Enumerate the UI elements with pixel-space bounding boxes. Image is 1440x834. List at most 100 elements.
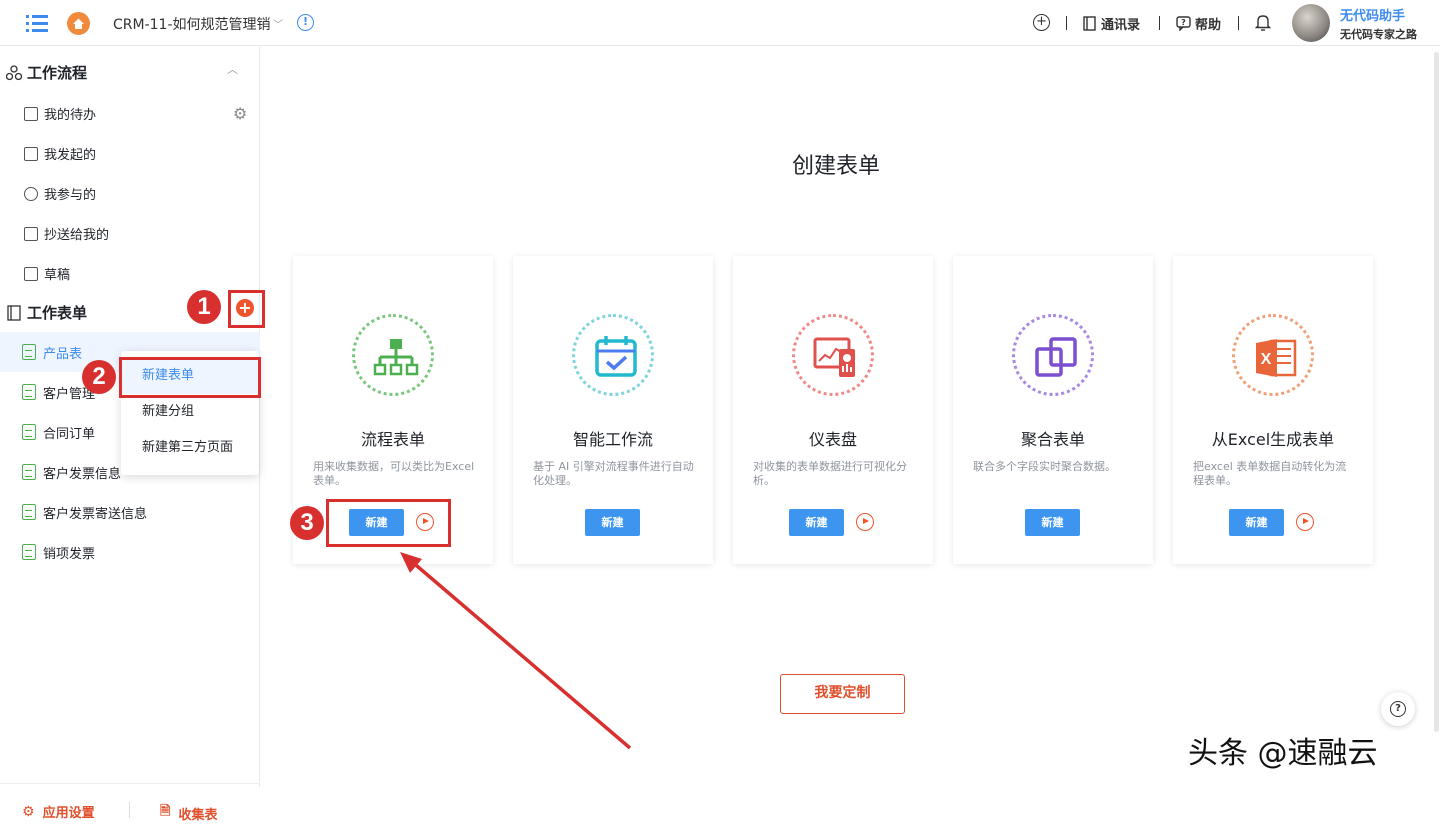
- annotation-step-number: 3: [290, 506, 324, 540]
- user-name[interactable]: 无代码助手: [1340, 5, 1405, 24]
- workflow-section-header[interactable]: 工作流程: [6, 62, 87, 83]
- app-settings-label: 应用设置: [42, 806, 95, 821]
- play-video-icon[interactable]: [856, 513, 874, 531]
- divider: [1066, 16, 1067, 30]
- initiated-icon: [24, 146, 38, 161]
- svg-text:?: ?: [1181, 18, 1186, 27]
- card-description: 基于 AI 引擎对流程事件进行自动化处理。: [533, 460, 694, 487]
- contacts-icon: [1083, 16, 1096, 31]
- scrollbar[interactable]: [1434, 52, 1439, 732]
- card-title: 从Excel生成表单: [1211, 430, 1335, 449]
- card-aggregate-form[interactable]: 聚合表单 联合多个字段实时聚合数据。 新建: [953, 256, 1153, 564]
- menu-item-new-group[interactable]: 新建分组: [121, 394, 259, 430]
- todo-icon: [24, 106, 38, 121]
- help-icon: ?: [1390, 701, 1406, 717]
- form-item-output-invoice[interactable]: 销项发票: [0, 532, 260, 572]
- participant-icon: [24, 186, 38, 201]
- card-description: 对收集的表单数据进行可视化分析。: [753, 460, 907, 487]
- card-description: 联合多个字段实时聚合数据。: [973, 460, 1116, 473]
- menu-icon[interactable]: [26, 13, 48, 33]
- workflow-icon: [6, 64, 22, 80]
- new-button[interactable]: 新建: [585, 509, 640, 536]
- form-item-label: 客户发票寄送信息: [43, 506, 148, 522]
- sidebar-item-label: 我发起的: [44, 148, 97, 163]
- card-smart-workflow[interactable]: 智能工作流 基于 AI 引擎对流程事件进行自动化处理。 新建: [513, 256, 713, 564]
- form-item-label: 客户发票信息: [43, 466, 122, 482]
- document-icon: [22, 504, 36, 520]
- dashboard-icon: [792, 314, 874, 396]
- custom-request-button[interactable]: 我要定制: [780, 674, 905, 714]
- sidebar-item-label: 我的待办: [44, 108, 97, 123]
- top-bar: CRM-11-如何规范管理销 ﹀ ! + 通讯录 ? 帮助 无代码助手 无代码专…: [0, 0, 1440, 46]
- sidebar-item-label: 我参与的: [44, 188, 97, 203]
- form-item-label: 合同订单: [43, 426, 96, 442]
- app-settings-button[interactable]: ⚙ 应用设置: [22, 802, 95, 822]
- document-icon: [22, 344, 36, 360]
- card-title: 仪表盘: [808, 430, 857, 449]
- annotation-arrow: [400, 552, 632, 750]
- card-dashboard[interactable]: 仪表盘 对收集的表单数据进行可视化分析。 新建: [733, 256, 933, 564]
- add-icon[interactable]: +: [1033, 14, 1050, 31]
- divider: [129, 802, 130, 818]
- document-icon: [22, 424, 36, 440]
- forms-icon: [7, 304, 21, 321]
- contacts-link[interactable]: 通讯录: [1083, 14, 1140, 33]
- user-subtitle: 无代码专家之路: [1340, 28, 1417, 41]
- help-label: 帮助: [1195, 18, 1222, 33]
- annotation-step-number: 1: [187, 290, 221, 324]
- svg-text:X: X: [1261, 351, 1272, 368]
- home-icon[interactable]: [67, 12, 90, 35]
- divider: [1238, 16, 1239, 30]
- app-title[interactable]: CRM-11-如何规范管理销: [113, 14, 271, 34]
- help-link[interactable]: ? 帮助: [1176, 14, 1221, 33]
- cc-icon: [24, 226, 38, 241]
- form-item-label: 产品表: [43, 346, 83, 362]
- help-chat-icon: ?: [1176, 16, 1191, 31]
- flow-chart-icon: [352, 314, 434, 396]
- info-icon[interactable]: !: [297, 14, 314, 31]
- avatar[interactable]: [1292, 4, 1330, 42]
- sidebar-item-cc[interactable]: 抄送给我的: [24, 224, 109, 243]
- card-description: 把excel 表单数据自动转化为流程表单。: [1193, 460, 1347, 487]
- draft-icon: [24, 266, 38, 281]
- sidebar-item-initiated[interactable]: 我发起的: [24, 144, 96, 163]
- document-icon: [22, 464, 36, 480]
- form-item-invoice-mailing[interactable]: 客户发票寄送信息: [0, 492, 260, 532]
- gear-icon[interactable]: ⚙: [233, 104, 247, 123]
- new-button[interactable]: 新建: [1025, 509, 1080, 536]
- sidebar-footer: ⚙ 应用设置 🗎 收集表: [0, 783, 260, 834]
- form-item-label: 销项发票: [43, 546, 96, 562]
- help-button[interactable]: ?: [1381, 692, 1415, 726]
- play-video-icon[interactable]: [1296, 513, 1314, 531]
- page-title: 创建表单: [792, 154, 881, 179]
- excel-icon: X: [1232, 314, 1314, 396]
- bell-icon[interactable]: [1255, 13, 1271, 31]
- card-title: 智能工作流: [572, 430, 653, 449]
- new-button[interactable]: 新建: [789, 509, 844, 536]
- forms-section-header[interactable]: 工作表单: [6, 302, 87, 323]
- chevron-down-icon[interactable]: ﹀: [273, 16, 283, 31]
- annotation-highlight-box: [326, 499, 451, 547]
- sidebar-item-participated[interactable]: 我参与的: [24, 184, 96, 203]
- annotation-step-number: 2: [82, 360, 116, 394]
- card-excel-form[interactable]: X 从Excel生成表单 把excel 表单数据自动转化为流程表单。 新建: [1173, 256, 1373, 564]
- forms-section-title: 工作表单: [27, 304, 88, 322]
- workflow-section-title: 工作流程: [27, 64, 88, 82]
- contacts-label: 通讯录: [1101, 18, 1141, 33]
- new-button[interactable]: 新建: [1229, 509, 1284, 536]
- annotation-highlight-box: [228, 290, 265, 328]
- sidebar-item-drafts[interactable]: 草稿: [24, 264, 70, 283]
- divider: [1159, 16, 1160, 30]
- annotation-highlight-box: [119, 357, 261, 398]
- chevron-up-icon[interactable]: ︿: [227, 61, 238, 77]
- sidebar-item-label: 草稿: [44, 268, 71, 283]
- sidebar-item-todo[interactable]: 我的待办: [24, 104, 96, 123]
- collect-form-label: 收集表: [178, 807, 218, 823]
- card-description: 用来收集数据，可以类比为Excel 表单。: [313, 460, 475, 487]
- watermark: 头条 @速融云: [1188, 736, 1378, 771]
- aggregate-icon: [1012, 314, 1094, 396]
- collect-form-button[interactable]: 🗎 收集表: [160, 802, 217, 824]
- document-icon: [22, 384, 36, 400]
- card-title: 聚合表单: [1020, 430, 1085, 449]
- menu-item-new-third-party-page[interactable]: 新建第三方页面: [121, 430, 259, 466]
